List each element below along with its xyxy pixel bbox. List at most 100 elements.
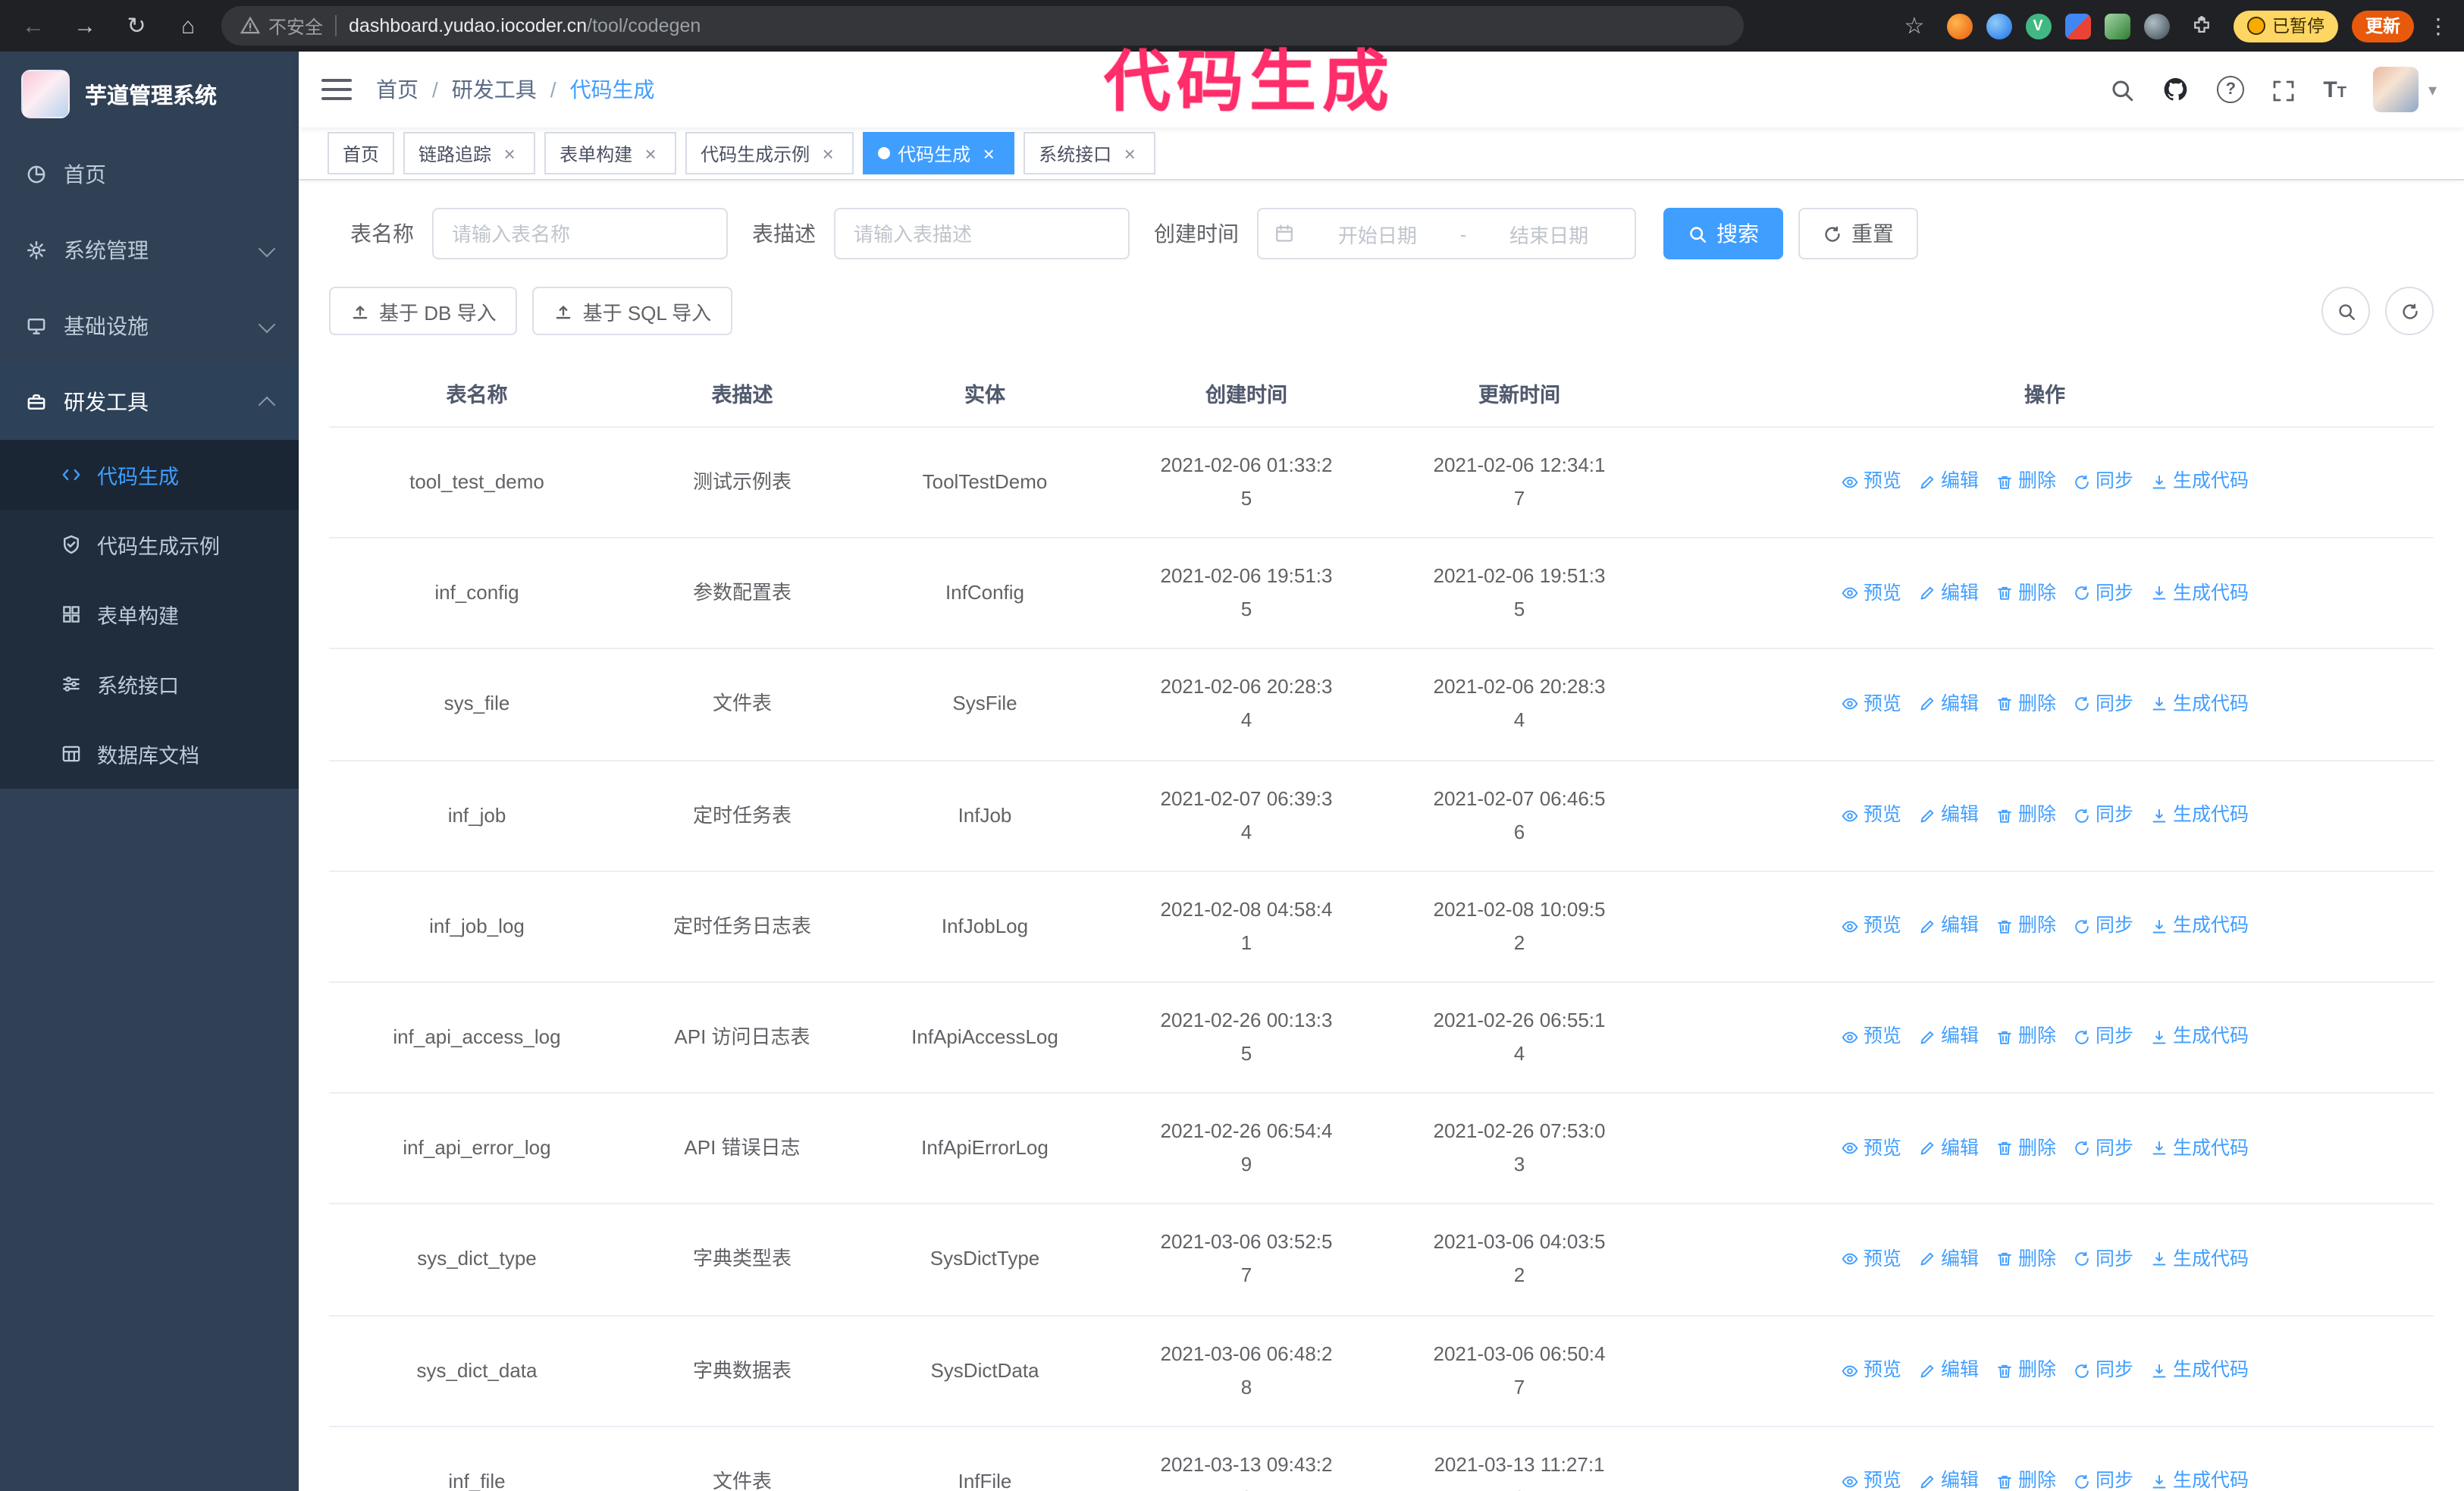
sidebar-item-devtools[interactable]: 研发工具 xyxy=(0,364,299,440)
sync-link[interactable]: 同步 xyxy=(2073,910,2133,943)
preview-link[interactable]: 预览 xyxy=(1841,689,1901,721)
tab-home[interactable]: 首页 xyxy=(328,132,395,174)
close-icon[interactable]: × xyxy=(640,142,661,165)
sync-link[interactable]: 同步 xyxy=(2073,466,2133,499)
tab-codegen-example[interactable]: 代码生成示例 × xyxy=(685,132,854,174)
delete-link[interactable]: 删除 xyxy=(1995,1022,2056,1054)
sidebar-item-codegen[interactable]: 代码生成 xyxy=(0,440,299,510)
delete-link[interactable]: 删除 xyxy=(1995,1244,2056,1276)
logo[interactable]: 芋道管理系统 xyxy=(0,52,299,137)
delete-link[interactable]: 删除 xyxy=(1995,577,2056,610)
font-size-icon[interactable]: TT xyxy=(2323,77,2346,102)
generate-code-link[interactable]: 生成代码 xyxy=(2150,1465,2249,1491)
edit-link[interactable]: 编辑 xyxy=(1918,577,1979,610)
date-range-picker[interactable]: 开始日期 - 结束日期 xyxy=(1257,208,1636,259)
preview-link[interactable]: 预览 xyxy=(1841,466,1901,499)
close-icon[interactable]: × xyxy=(978,142,999,165)
sync-link[interactable]: 同步 xyxy=(2073,1354,2133,1387)
sync-link[interactable]: 同步 xyxy=(2073,577,2133,610)
extensions-puzzle-icon[interactable] xyxy=(2183,8,2219,44)
refresh-table-button[interactable] xyxy=(2385,287,2434,335)
generate-code-link[interactable]: 生成代码 xyxy=(2150,689,2249,721)
import-sql-button[interactable]: 基于 SQL 导入 xyxy=(532,287,733,335)
hamburger-icon[interactable] xyxy=(321,79,352,100)
close-icon[interactable]: × xyxy=(1119,142,1140,165)
tab-tracing[interactable]: 链路追踪 × xyxy=(403,132,536,174)
preview-link[interactable]: 预览 xyxy=(1841,1354,1901,1387)
close-icon[interactable]: × xyxy=(817,142,839,165)
close-icon[interactable]: × xyxy=(499,142,520,165)
reset-button[interactable]: 重置 xyxy=(1798,208,1918,259)
breadcrumb-home[interactable]: 首页 xyxy=(376,74,419,105)
import-db-button[interactable]: 基于 DB 导入 xyxy=(329,287,518,335)
generate-code-link[interactable]: 生成代码 xyxy=(2150,799,2249,832)
address-bar[interactable]: 不安全 dashboard.yudao.iocoder.cn/tool/code… xyxy=(221,6,1744,46)
generate-code-link[interactable]: 生成代码 xyxy=(2150,910,2249,943)
chrome-menu-icon[interactable]: ⋮ xyxy=(2428,13,2449,39)
edit-link[interactable]: 编辑 xyxy=(1918,1132,1979,1165)
sidebar-item-form-builder[interactable]: 表单构建 xyxy=(0,579,299,649)
tab-form-builder[interactable]: 表单构建 × xyxy=(544,132,677,174)
help-icon[interactable]: ? xyxy=(2217,76,2245,103)
edit-link[interactable]: 编辑 xyxy=(1918,1465,1979,1491)
toggle-search-button[interactable] xyxy=(2321,287,2370,335)
security-warning-icon[interactable]: 不安全 xyxy=(240,13,323,39)
delete-link[interactable]: 删除 xyxy=(1995,910,2056,943)
sync-link[interactable]: 同步 xyxy=(2073,1132,2133,1165)
generate-code-link[interactable]: 生成代码 xyxy=(2150,1022,2249,1054)
extension-icon[interactable] xyxy=(2104,13,2130,39)
preview-link[interactable]: 预览 xyxy=(1841,910,1901,943)
delete-link[interactable]: 删除 xyxy=(1995,689,2056,721)
table-name-input[interactable] xyxy=(432,208,728,259)
preview-link[interactable]: 预览 xyxy=(1841,1465,1901,1491)
github-icon[interactable] xyxy=(2162,76,2190,104)
preview-link[interactable]: 预览 xyxy=(1841,799,1901,832)
sidebar-item-db-doc[interactable]: 数据库文档 xyxy=(0,719,299,789)
delete-link[interactable]: 删除 xyxy=(1995,1132,2056,1165)
extension-icon[interactable] xyxy=(2143,13,2169,39)
generate-code-link[interactable]: 生成代码 xyxy=(2150,1132,2249,1165)
edit-link[interactable]: 编辑 xyxy=(1918,1244,1979,1276)
sync-link[interactable]: 同步 xyxy=(2073,799,2133,832)
edit-link[interactable]: 编辑 xyxy=(1918,1354,1979,1387)
search-icon[interactable] xyxy=(2109,76,2135,103)
generate-code-link[interactable]: 生成代码 xyxy=(2150,1354,2249,1387)
breadcrumb-devtools[interactable]: 研发工具 xyxy=(452,74,537,105)
sidebar-item-infra[interactable]: 基础设施 xyxy=(0,288,299,364)
sync-link[interactable]: 同步 xyxy=(2073,1244,2133,1276)
sidebar-item-home[interactable]: 首页 xyxy=(0,137,299,212)
paused-badge[interactable]: 已暂停 xyxy=(2233,10,2338,42)
forward-icon[interactable]: → xyxy=(67,8,103,44)
edit-link[interactable]: 编辑 xyxy=(1918,910,1979,943)
generate-code-link[interactable]: 生成代码 xyxy=(2150,577,2249,610)
edit-link[interactable]: 编辑 xyxy=(1918,799,1979,832)
extension-icon[interactable]: V xyxy=(2025,13,2051,39)
sidebar-item-system-api[interactable]: 系统接口 xyxy=(0,649,299,719)
bookmark-star-icon[interactable]: ☆ xyxy=(1896,8,1933,44)
sync-link[interactable]: 同步 xyxy=(2073,689,2133,721)
delete-link[interactable]: 删除 xyxy=(1995,466,2056,499)
fullscreen-icon[interactable] xyxy=(2271,77,2296,103)
extension-icon[interactable] xyxy=(1946,13,1972,39)
tab-codegen[interactable]: 代码生成 × xyxy=(863,132,1015,174)
preview-link[interactable]: 预览 xyxy=(1841,1132,1901,1165)
generate-code-link[interactable]: 生成代码 xyxy=(2150,466,2249,499)
preview-link[interactable]: 预览 xyxy=(1841,577,1901,610)
search-button[interactable]: 搜索 xyxy=(1663,208,1783,259)
user-menu[interactable]: ▾ xyxy=(2373,67,2437,112)
edit-link[interactable]: 编辑 xyxy=(1918,689,1979,721)
delete-link[interactable]: 删除 xyxy=(1995,1354,2056,1387)
delete-link[interactable]: 删除 xyxy=(1995,1465,2056,1491)
reload-icon[interactable]: ↻ xyxy=(118,8,155,44)
sync-link[interactable]: 同步 xyxy=(2073,1465,2133,1491)
delete-link[interactable]: 删除 xyxy=(1995,799,2056,832)
sidebar-item-codegen-example[interactable]: 代码生成示例 xyxy=(0,510,299,579)
table-desc-input[interactable] xyxy=(834,208,1130,259)
generate-code-link[interactable]: 生成代码 xyxy=(2150,1244,2249,1276)
sidebar-item-system[interactable]: 系统管理 xyxy=(0,212,299,288)
update-button[interactable]: 更新 xyxy=(2352,10,2414,42)
preview-link[interactable]: 预览 xyxy=(1841,1244,1901,1276)
extension-icon[interactable] xyxy=(1986,13,2011,39)
preview-link[interactable]: 预览 xyxy=(1841,1022,1901,1054)
home-icon[interactable]: ⌂ xyxy=(170,8,206,44)
